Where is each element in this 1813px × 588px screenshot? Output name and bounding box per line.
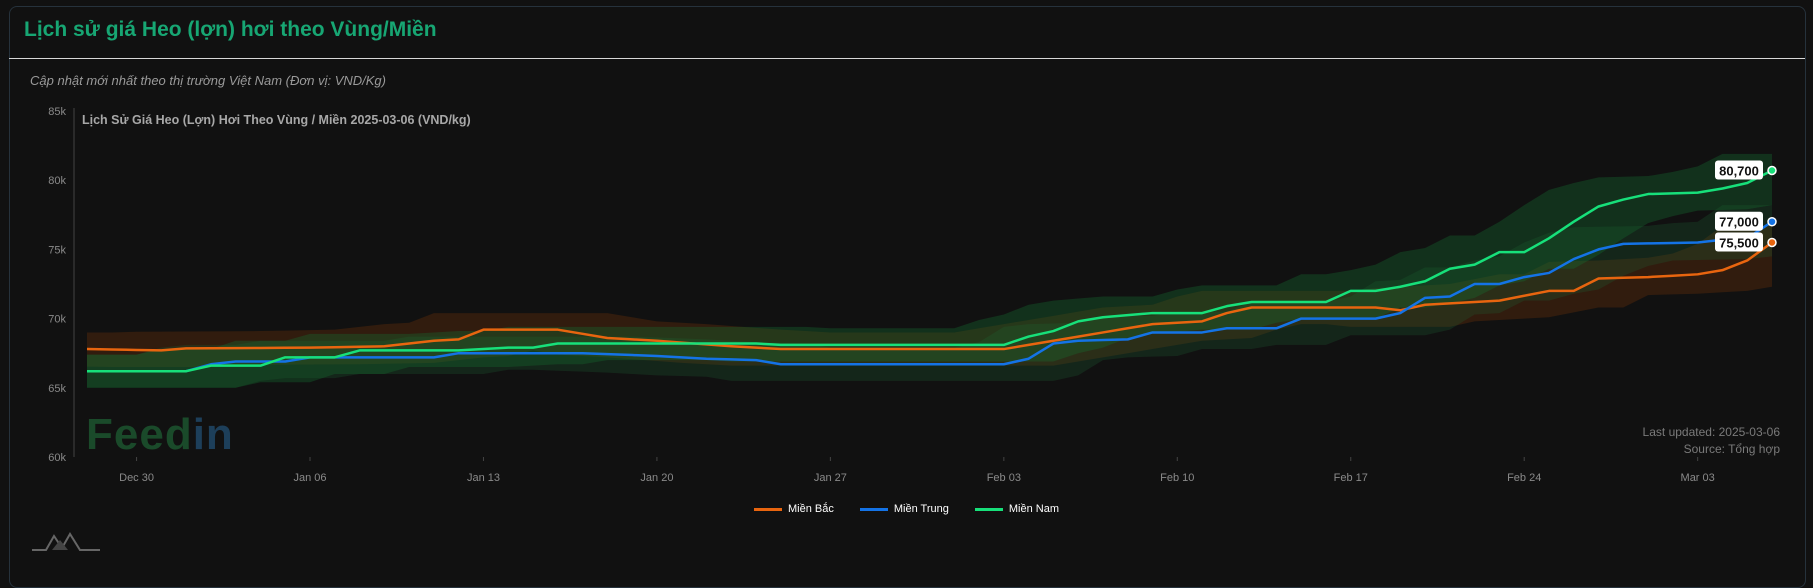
x-tick-label: Jan 13: [467, 472, 500, 484]
legend-item-mien-trung[interactable]: Miền Trung: [859, 503, 949, 515]
range-band-2: [87, 153, 1772, 388]
legend-label: Miền Bắc: [787, 503, 834, 515]
x-tick-label: Feb 03: [987, 472, 1021, 484]
legend-item-mien-nam[interactable]: Miền Nam: [974, 503, 1059, 515]
last-updated: Last updated: 2025-03-06: [1642, 425, 1780, 439]
x-tick-label: Jan 27: [814, 472, 847, 484]
legend-item-mien-bac[interactable]: Miền Bắc: [753, 503, 834, 515]
x-tick-label: Feb 17: [1334, 472, 1368, 484]
chart-title: Lịch Sử Giá Heo (Lợn) Hơi Theo Vùng / Mi…: [82, 113, 471, 127]
x-tick-label: Feb 10: [1160, 472, 1194, 484]
legend-swatch: [859, 507, 888, 511]
x-tick-label: Jan 20: [640, 472, 673, 484]
x-tick-label: Jan 06: [293, 472, 326, 484]
y-tick-label: 60k: [48, 452, 66, 464]
x-tick-label: Mar 03: [1681, 472, 1715, 484]
end-point-marker: [1767, 216, 1777, 227]
end-point-marker: [1767, 237, 1777, 248]
end-value-label: 75,500: [1719, 235, 1759, 250]
y-tick-label: 70k: [48, 314, 66, 326]
x-tick-label: Dec 30: [119, 472, 154, 484]
feedin-logo: Feedin: [86, 410, 234, 459]
y-axis-ticks: 60k 65k 70k 75k 80k 85k: [48, 106, 66, 464]
price-history-chart: Lịch Sử Giá Heo (Lợn) Hơi Theo Vùng / Mi…: [48, 106, 1777, 484]
x-tick-label: Feb 24: [1507, 472, 1541, 484]
x-axis-ticks: Dec 30 Jan 06 Jan 13 Jan 20 Jan 27 Feb 03 Feb …: [119, 457, 1715, 484]
confidence-bands: [87, 153, 1772, 388]
y-tick-label: 80k: [48, 175, 66, 187]
legend-swatch: [974, 507, 1003, 511]
end-value-label: 80,700: [1719, 164, 1759, 179]
legend-label: Miền Trung: [893, 503, 949, 515]
y-tick-label: 75k: [48, 244, 66, 256]
legend: Miền Bắc Miền Trung Miền Nam: [0, 503, 1813, 515]
source: Source: Tổng hợp: [1683, 442, 1780, 456]
chart-meta: Last updated: 2025-03-06 Source: Tổng hợ…: [1643, 424, 1780, 458]
end-point-marker: [1767, 165, 1777, 176]
end-value-label: 77,000: [1719, 215, 1759, 230]
y-tick-label: 65k: [48, 383, 66, 395]
legend-swatch: [753, 507, 782, 511]
mountain-chart-icon[interactable]: [32, 530, 102, 552]
y-tick-label: 85k: [48, 106, 66, 118]
legend-label: Miền Nam: [1008, 503, 1059, 515]
